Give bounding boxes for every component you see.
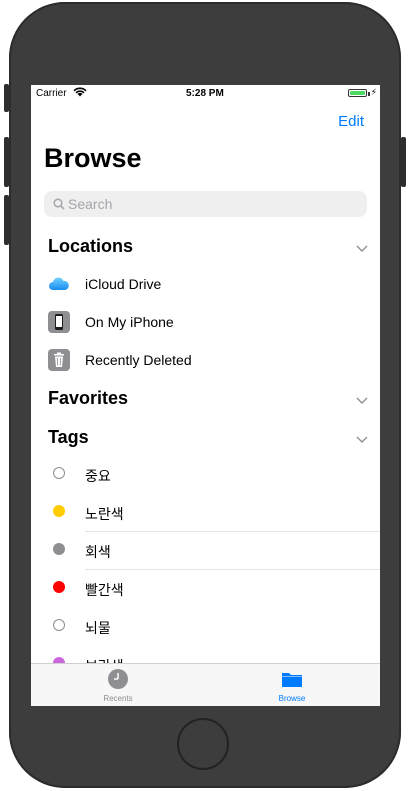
edit-button[interactable]: Edit (338, 113, 364, 130)
page-title: Browse (44, 143, 142, 173)
tab-browse[interactable]: Browse (205, 664, 379, 706)
section-header-favorites[interactable]: Favorites (31, 381, 380, 415)
carrier-label: Carrier (36, 88, 67, 99)
iphone-icon (48, 311, 70, 333)
battery-icon (348, 89, 367, 97)
tag-color-dot (53, 505, 65, 517)
tag-label: 뇌물 (85, 620, 111, 636)
search-bar[interactable] (44, 191, 367, 217)
mute-switch (4, 84, 9, 112)
chevron-down-icon[interactable] (356, 431, 368, 449)
tag-label: 빨간색 (85, 582, 124, 598)
tab-bar: Recents Browse (31, 663, 380, 706)
tag-row[interactable]: 노란색 (31, 493, 380, 531)
location-label: On My iPhone (85, 314, 174, 330)
tab-recents[interactable]: Recents (31, 664, 205, 706)
location-row-recently-deleted[interactable]: Recently Deleted (31, 341, 380, 379)
tag-color-dot (53, 467, 65, 479)
folder-icon (281, 668, 303, 690)
tag-color-dot (53, 543, 65, 555)
charging-icon: ⚡ (370, 87, 377, 97)
tab-label-recents: Recents (103, 694, 133, 703)
search-input[interactable] (68, 195, 358, 213)
section-title-locations: Locations (48, 236, 134, 256)
section-title-favorites: Favorites (48, 388, 129, 408)
tag-label: 노란색 (85, 506, 124, 522)
trash-icon (48, 349, 70, 371)
location-label: Recently Deleted (85, 352, 192, 368)
power-button (401, 137, 406, 187)
chevron-down-icon[interactable] (356, 392, 368, 410)
tag-label: 회색 (85, 544, 111, 560)
location-label: iCloud Drive (85, 276, 162, 292)
section-header-tags[interactable]: Tags (31, 420, 380, 454)
section-title-tags: Tags (48, 427, 89, 447)
wifi-icon (73, 87, 87, 100)
tag-row[interactable]: 뇌물 (31, 607, 380, 645)
status-time: 5:28 PM (186, 88, 224, 99)
tag-color-dot (53, 581, 65, 593)
location-row-on-my-iphone[interactable]: On My iPhone (31, 303, 380, 341)
tab-label-browse: Browse (278, 694, 306, 703)
cloud-icon (48, 273, 70, 295)
chevron-down-icon[interactable] (356, 240, 368, 258)
tag-row[interactable]: 회색 (31, 531, 380, 569)
clock-icon (107, 668, 129, 690)
home-button[interactable] (177, 718, 229, 770)
tag-row[interactable]: 빨간색 (31, 569, 380, 607)
volume-down-button (4, 195, 9, 245)
location-row-icloud-drive[interactable]: iCloud Drive (31, 265, 380, 303)
volume-up-button (4, 137, 9, 187)
screen: Carrier 5:28 PM ⚡ Edit Browse Locations … (31, 85, 380, 706)
tag-label: 중요 (85, 468, 111, 484)
tag-row[interactable]: 중요 (31, 455, 380, 493)
search-icon (53, 197, 65, 215)
tag-color-dot (53, 619, 65, 631)
status-bar: Carrier 5:28 PM ⚡ (31, 85, 380, 103)
section-header-locations[interactable]: Locations (31, 229, 380, 263)
